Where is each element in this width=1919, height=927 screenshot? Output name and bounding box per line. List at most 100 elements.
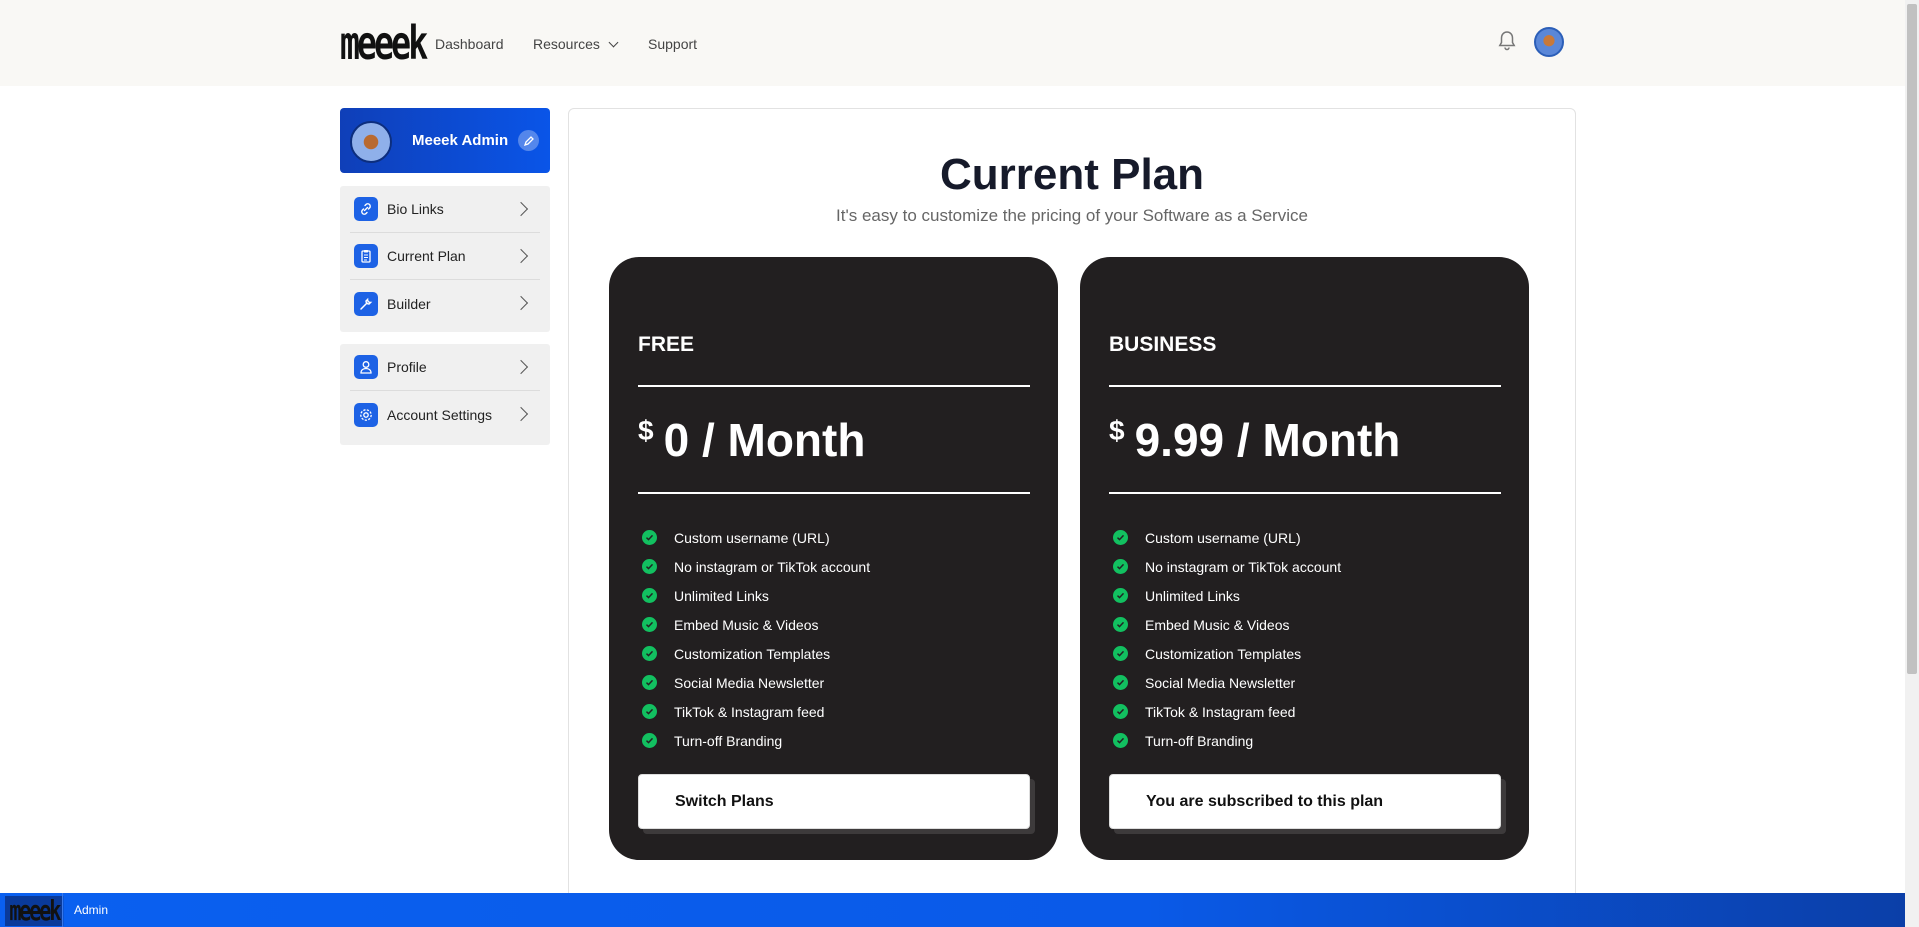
chevron-right-icon	[513, 406, 529, 422]
plan-card-business: BUSINESS $ 9.99 / Month Custom username …	[1080, 257, 1529, 860]
divider	[638, 385, 1030, 387]
sidebar-item-account-settings[interactable]: Account Settings	[350, 391, 540, 438]
scrollbar-thumb[interactable]	[1907, 4, 1917, 674]
feature-label: Custom username (URL)	[1145, 529, 1301, 546]
feature-item: Unlimited Links	[1113, 581, 1341, 610]
feature-label: TikTok & Instagram feed	[1145, 703, 1296, 720]
subscribed-plan-button[interactable]: You are subscribed to this plan	[1109, 774, 1501, 829]
feature-list: Custom username (URL) No instagram or Ti…	[1113, 523, 1341, 755]
divider	[62, 893, 63, 927]
feature-label: Embed Music & Videos	[674, 616, 819, 633]
check-circle-icon	[642, 530, 657, 545]
chevron-right-icon	[513, 248, 529, 264]
feature-label: No instagram or TikTok account	[1145, 558, 1342, 575]
clipboard-icon	[354, 244, 378, 268]
feature-label: Customization Templates	[674, 645, 831, 662]
pencil-icon	[523, 135, 534, 146]
sidebar-item-bio-links[interactable]: Bio Links	[350, 186, 540, 233]
plan-name: BUSINESS	[1109, 333, 1217, 356]
user-avatar[interactable]	[1534, 27, 1564, 57]
feature-item: Embed Music & Videos	[1113, 610, 1341, 639]
feature-item: Unlimited Links	[642, 581, 870, 610]
nav-dashboard-link[interactable]: Dashboard	[435, 36, 504, 52]
feature-label: No instagram or TikTok account	[674, 558, 871, 575]
switch-plans-button[interactable]: Switch Plans	[638, 774, 1030, 829]
check-circle-icon	[1113, 733, 1128, 748]
check-circle-icon	[1113, 675, 1128, 690]
price-currency: $	[1109, 415, 1125, 446]
feature-item: Embed Music & Videos	[642, 610, 870, 639]
feature-item: Turn-off Branding	[642, 726, 870, 755]
sidebar-item-profile[interactable]: Profile	[350, 344, 540, 391]
plan-name: FREE	[638, 333, 695, 356]
gear-icon	[354, 402, 378, 427]
feature-item: Custom username (URL)	[642, 523, 870, 552]
chevron-right-icon	[513, 201, 529, 217]
feature-item: TikTok & Instagram feed	[642, 697, 870, 726]
nav-support-link[interactable]: Support	[648, 36, 697, 52]
notification-bell-icon[interactable]	[1498, 30, 1516, 52]
feature-item: Customization Templates	[1113, 639, 1341, 668]
check-circle-icon	[1113, 588, 1128, 603]
nav-resources-label: Resources	[533, 36, 600, 52]
check-circle-icon	[1113, 530, 1128, 545]
sidebar-item-label: Profile	[387, 359, 427, 375]
check-circle-icon	[1113, 704, 1128, 719]
feature-label: Social Media Newsletter	[674, 674, 825, 691]
profile-name: Meeek Admin	[412, 132, 509, 149]
sidebar-item-builder[interactable]: Builder	[350, 280, 540, 327]
profile-avatar	[350, 121, 392, 163]
feature-label: Customization Templates	[1145, 645, 1302, 662]
feature-label: Turn-off Branding	[674, 732, 783, 749]
nav-resources-dropdown[interactable]: Resources	[533, 36, 619, 52]
chevron-down-icon	[608, 37, 619, 47]
top-navbar: meeek Dashboard Resources Support	[0, 0, 1905, 86]
sidebar-item-label: Builder	[387, 295, 431, 312]
check-circle-icon	[642, 617, 657, 632]
admin-bar: meeek Admin	[0, 893, 1905, 927]
feature-item: Turn-off Branding	[1113, 726, 1341, 755]
sidebar-item-label: Account Settings	[387, 406, 493, 423]
price-value: 0 / Month	[663, 414, 866, 466]
page-subtitle: It's easy to customize the pricing of yo…	[836, 206, 1308, 225]
check-circle-icon	[642, 733, 657, 748]
user-icon	[354, 355, 378, 379]
price-currency: $	[638, 415, 654, 446]
wrench-icon	[354, 291, 378, 316]
feature-list: Custom username (URL) No instagram or Ti…	[642, 523, 870, 755]
feature-label: Unlimited Links	[1145, 587, 1240, 604]
sidebar-item-current-plan[interactable]: Current Plan	[350, 233, 540, 280]
feature-label: Unlimited Links	[674, 587, 769, 604]
feature-item: TikTok & Instagram feed	[1113, 697, 1341, 726]
sidebar-menu-main: Bio Links Current Plan Builder	[340, 186, 550, 332]
check-circle-icon	[642, 559, 657, 574]
edit-profile-button[interactable]	[518, 130, 539, 151]
link-icon	[354, 197, 378, 221]
feature-item: No instagram or TikTok account	[1113, 552, 1341, 581]
check-circle-icon	[1113, 559, 1128, 574]
check-circle-icon	[642, 675, 657, 690]
feature-item: Customization Templates	[642, 639, 870, 668]
feature-item: Custom username (URL)	[1113, 523, 1341, 552]
check-circle-icon	[642, 646, 657, 661]
brand-logo[interactable]: meeek	[340, 20, 428, 66]
chevron-right-icon	[513, 295, 529, 311]
plan-price: $ 0 / Month	[638, 412, 865, 468]
feature-label: Social Media Newsletter	[1145, 674, 1296, 691]
price-value: 9.99 / Month	[1134, 414, 1401, 466]
divider	[638, 492, 1030, 494]
divider	[1109, 492, 1501, 494]
admin-bar-logo[interactable]: meeek	[5, 896, 64, 926]
feature-label: Turn-off Branding	[1145, 732, 1254, 749]
plan-card-free: FREE $ 0 / Month Custom username (URL) N…	[609, 257, 1058, 860]
sidebar-menu-account: Profile Account Settings	[340, 344, 550, 445]
admin-bar-label[interactable]: Admin	[74, 903, 108, 917]
plan-price: $ 9.99 / Month	[1109, 412, 1400, 468]
feature-item: Social Media Newsletter	[642, 668, 870, 697]
check-circle-icon	[1113, 617, 1128, 632]
page-title: Current Plan	[939, 150, 1205, 199]
feature-label: Custom username (URL)	[674, 529, 830, 546]
divider	[1109, 385, 1501, 387]
feature-label: Embed Music & Videos	[1145, 616, 1290, 633]
feature-item: No instagram or TikTok account	[642, 552, 870, 581]
